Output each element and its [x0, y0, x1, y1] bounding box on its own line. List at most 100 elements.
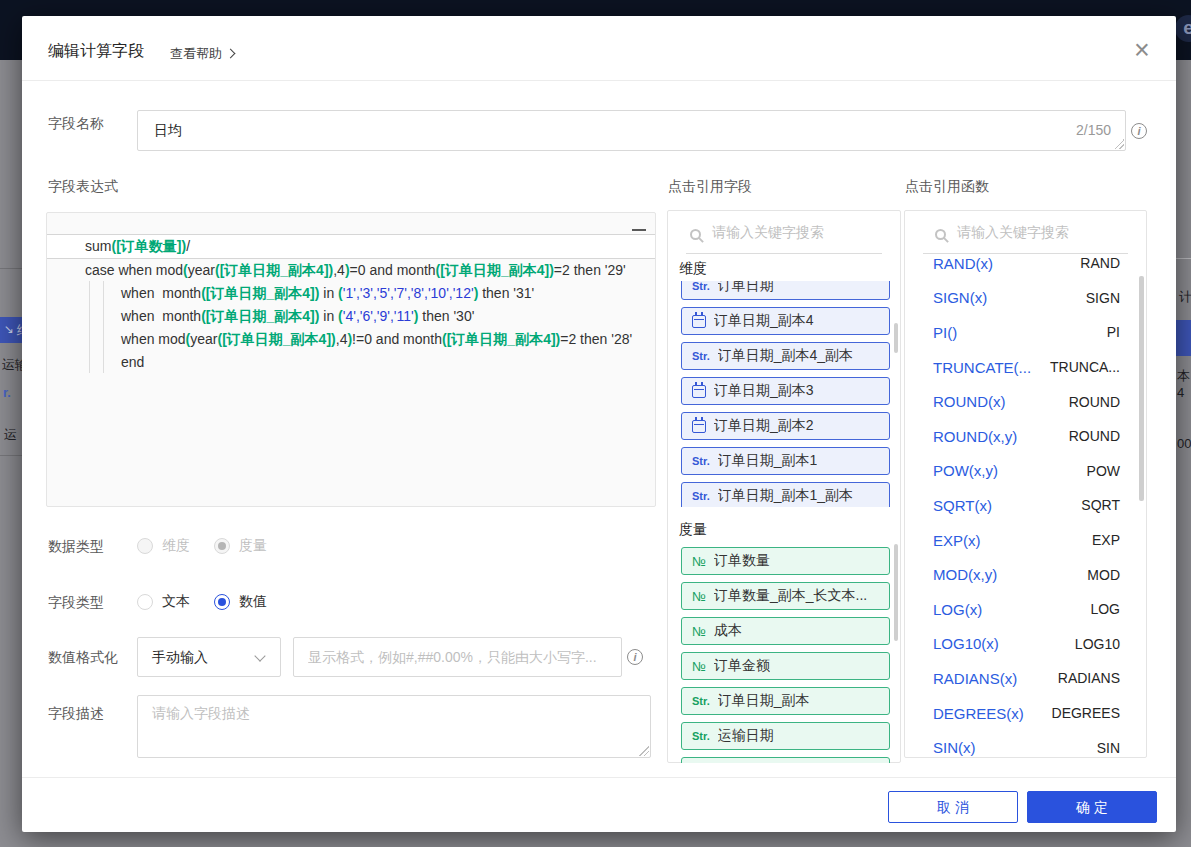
dimension-field-chip[interactable]: 订单日期_副本4 [681, 307, 890, 335]
radio-label: 维度 [162, 537, 190, 555]
search-underline [686, 253, 882, 254]
field-chip-label: 运输日期 [718, 727, 774, 745]
resize-grip-icon[interactable] [639, 746, 649, 756]
radio-数值[interactable] [214, 594, 230, 610]
string-type-icon: Str. [692, 490, 710, 502]
function-name: POW [1087, 463, 1120, 479]
code-line: case when mod(year([订单日期_副本4]),4)=0 and … [47, 259, 655, 282]
measure-field-chip[interactable]: № 订单数量_副本_长文本... [681, 582, 890, 610]
field-chip-label: 订单日期 [718, 281, 774, 295]
field-chip-label: 订单日期_副本4_副本 [718, 347, 853, 365]
radio-文本[interactable] [137, 594, 153, 610]
measure-list: №订单数量№订单数量_副本_长文本...№成本№订单金额Str.订单日期_副本S… [668, 541, 900, 763]
number-type-icon: № [692, 659, 706, 674]
view-help-link[interactable]: 查看帮助 [170, 45, 234, 63]
functions-scrollbar[interactable] [1139, 276, 1144, 501]
function-signature: ROUND(x) [933, 393, 1006, 410]
string-type-icon: Str. [692, 350, 710, 362]
field-name-input[interactable] [138, 111, 1125, 150]
code-line: when mod(year([订单日期_副本4]),4)!=0 and mont… [47, 328, 655, 351]
number-type-icon: № [692, 589, 706, 604]
function-row[interactable]: ROUND(x) ROUND [905, 384, 1146, 419]
functions-reference-panel: 请输入关键字搜索 RAND(x)RANDSIGN(x)SIGNPI()PITRU… [904, 210, 1147, 758]
function-row[interactable]: SIN(x) SIN [905, 730, 1146, 757]
function-row[interactable]: SIGN(x)SIGN [905, 281, 1146, 316]
measure-field-chip[interactable]: № [681, 757, 890, 763]
measure-scrollbar[interactable] [894, 544, 898, 641]
function-row[interactable]: POW(x,y) POW [905, 454, 1146, 489]
format-input[interactable] [294, 638, 621, 676]
measure-field-chip[interactable]: №订单数量 [681, 547, 890, 575]
function-name: LOG10 [1075, 636, 1120, 652]
cancel-button[interactable]: 取 消 [888, 791, 1018, 823]
resize-grip-icon[interactable] [1114, 139, 1124, 149]
function-name: ROUND [1069, 394, 1120, 410]
function-name: SQRT [1081, 497, 1120, 513]
function-signature: PI() [933, 324, 957, 341]
radio-label: 数值 [239, 593, 267, 611]
code-line: sum([订单数量])/ [47, 234, 655, 259]
function-row[interactable]: EXP(x)EXP [905, 523, 1146, 558]
fields-reference-panel: 请输入关键字搜索 维度 Str.订单日期订单日期_副本4Str.订单日期_副本4… [667, 210, 901, 763]
function-row[interactable]: RAND(x)RAND [905, 246, 1146, 281]
dimension-field-chip[interactable]: Str. 订单日期_副本4_副本 [681, 342, 890, 370]
measure-field-chip[interactable]: Str.运输日期 [681, 722, 890, 750]
dimension-field-chip[interactable]: Str.订单日期 [681, 281, 890, 300]
close-icon[interactable]: × [1128, 35, 1156, 66]
function-row[interactable]: RADIANS(x) RADIANS [905, 661, 1146, 696]
description-textarea[interactable] [138, 696, 650, 757]
function-signature: RADIANS(x) [933, 670, 1017, 687]
field-chip-label: 订单日期_副本2 [714, 417, 814, 435]
field-name-label: 字段名称 [48, 115, 104, 133]
ok-button[interactable]: 确 定 [1027, 791, 1157, 823]
expression-label: 字段表达式 [48, 178, 118, 196]
backdrop-text: 本4 [1177, 367, 1191, 400]
functions-search-input[interactable]: 请输入关键字搜索 [957, 224, 1069, 242]
function-signature: DEGREES(x) [933, 705, 1024, 722]
function-signature: SIN(x) [933, 739, 976, 756]
format-input-wrap [293, 637, 622, 677]
field-chip-label: 订单数量_副本_长文本... [714, 587, 867, 605]
backdrop-arrow-icon: ↘ [4, 322, 14, 336]
radio-维度 [137, 538, 153, 554]
function-name: MOD [1087, 567, 1120, 583]
dimension-field-chip[interactable]: 订单日期_副本2 [681, 412, 890, 440]
dimension-scrollbar[interactable] [894, 323, 898, 353]
char-counter: 2/150 [1076, 122, 1111, 138]
function-row[interactable]: ROUND(x,y)ROUND [905, 419, 1146, 454]
function-signature: SIGN(x) [933, 289, 987, 306]
function-signature: MOD(x,y) [933, 566, 997, 583]
measures-section-label: 度量 [679, 521, 707, 539]
function-name: LOG [1090, 601, 1120, 617]
function-row[interactable]: LOG10(x)LOG10 [905, 627, 1146, 662]
function-signature: TRUNCATE(... [933, 359, 1031, 376]
function-name: SIN [1097, 740, 1120, 756]
function-row[interactable]: TRUNCATE(...TRUNCA... [905, 350, 1146, 385]
measure-field-chip[interactable]: №成本 [681, 617, 890, 645]
field-chip-label: 订单金额 [714, 657, 770, 675]
backdrop-selected-row: ↘ 纟 [0, 317, 22, 343]
function-name: RADIANS [1058, 670, 1120, 686]
field-chip-label: 订单日期_副本1_副本 [718, 487, 853, 505]
string-type-icon: Str. [692, 695, 710, 707]
dimension-field-chip[interactable]: Str. 订单日期_副本1_副本 [681, 482, 890, 507]
function-row[interactable]: LOG(x)LOG [905, 592, 1146, 627]
dimension-field-chip[interactable]: Str.订单日期_副本1 [681, 447, 890, 475]
dimensions-section-label: 维度 [679, 260, 707, 278]
field-type-label: 字段类型 [48, 594, 104, 612]
chevron-right-icon [226, 49, 236, 59]
function-row[interactable]: SQRT(x)SQRT [905, 488, 1146, 523]
measure-field-chip[interactable]: № 订单金额 [681, 652, 890, 680]
number-type-icon: № [692, 624, 706, 639]
radio-度量 [214, 538, 230, 554]
function-row[interactable]: PI()PI [905, 315, 1146, 350]
format-select[interactable]: 手动输入 [137, 637, 281, 677]
collapse-icon[interactable] [632, 229, 646, 231]
expression-editor[interactable]: sum([订单数量])/case when mod(year([订单日期_副本4… [46, 212, 656, 507]
function-signature: POW(x,y) [933, 462, 998, 479]
function-row[interactable]: MOD(x,y) MOD [905, 557, 1146, 592]
dimension-field-chip[interactable]: 订单日期_副本3 [681, 377, 890, 405]
function-row[interactable]: DEGREES(x)DEGREES [905, 696, 1146, 731]
fields-search-input[interactable]: 请输入关键字搜索 [712, 224, 824, 242]
measure-field-chip[interactable]: Str.订单日期_副本 [681, 687, 890, 715]
